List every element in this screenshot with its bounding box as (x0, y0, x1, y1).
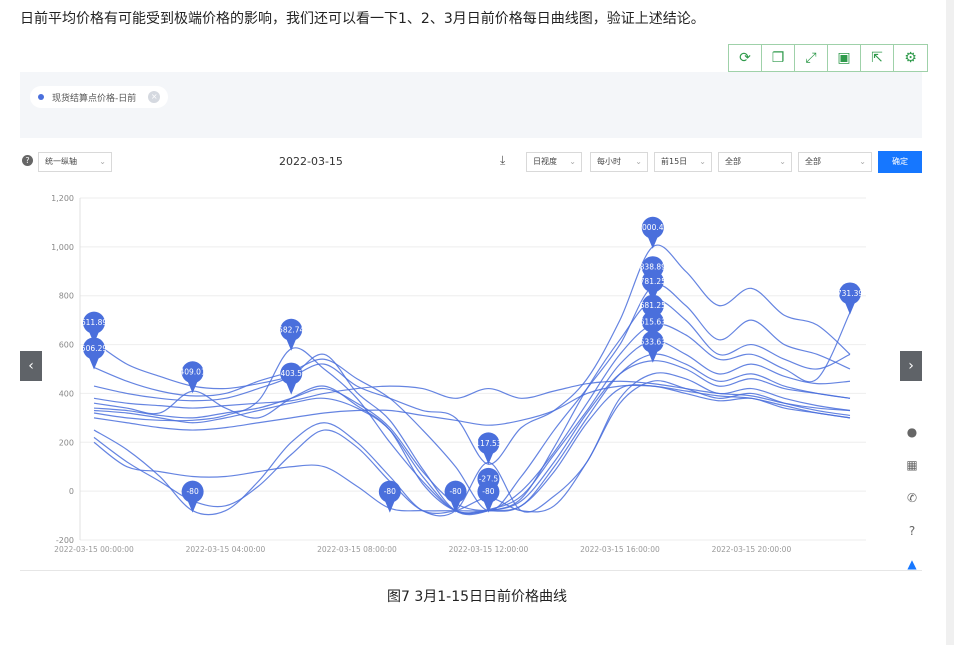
legend-item[interactable]: 现货结算点价格-日前 × (30, 86, 169, 108)
download-icon[interactable]: ⤓ (500, 153, 505, 168)
x-tick-label: 2022-03-15 08:00:00 (317, 545, 397, 554)
y-tick-label: 200 (59, 438, 74, 447)
chevron-down-icon: ⌄ (635, 157, 642, 166)
settings-icon[interactable]: ⚙ (894, 45, 927, 71)
data-marker[interactable]: 1000.46 (637, 216, 669, 249)
data-marker[interactable]: 403.5 (280, 362, 303, 395)
marker-label: 615.63 (640, 317, 666, 326)
x-tick-label: 2022-03-15 20:00:00 (712, 545, 792, 554)
granularity-select[interactable]: 日视度 ⌄ (526, 152, 582, 172)
marker-label: 731.39 (837, 289, 863, 298)
confirm-button[interactable]: 确定 (878, 151, 922, 173)
control-row: ? 统一纵轴 ⌄ 2022-03-15 ⤓ 日视度 ⌄ 每小时 ⌄ 前15日 ⌄… (20, 150, 922, 174)
y-tick-label: 800 (59, 292, 74, 301)
series-line[interactable] (93, 340, 851, 514)
side-toolbar: ● ▦ ✆ ? ▲ (902, 425, 922, 590)
chevron-down-icon: ⌄ (99, 157, 106, 166)
x-tick-label: 2022-03-15 00:00:00 (54, 545, 134, 554)
data-marker[interactable]: 731.39 (837, 282, 863, 315)
marker-label: 781.25 (640, 277, 666, 286)
x-tick-label: 2022-03-15 04:00:00 (186, 545, 266, 554)
marker-label: -80 (186, 487, 198, 496)
filter2-select[interactable]: 全部 ⌄ (798, 152, 872, 172)
next-arrow-button[interactable]: › (900, 351, 922, 381)
range-value: 前15日 (661, 157, 688, 166)
series-line[interactable] (93, 299, 851, 514)
marker-label: 506.29 (81, 344, 107, 353)
data-marker[interactable]: 582.74 (278, 318, 305, 351)
interval-select[interactable]: 每小时 ⌄ (590, 152, 648, 172)
copy-icon[interactable]: ❐ (762, 45, 795, 71)
data-marker[interactable]: -80 (181, 480, 204, 513)
marker-label: -80 (384, 487, 396, 496)
data-marker[interactable]: 409.01 (179, 361, 206, 394)
chevron-down-icon: ⌄ (779, 157, 786, 166)
y-tick-label: 1,200 (51, 194, 74, 203)
page-scrollbar[interactable] (946, 0, 954, 645)
marker-label: -80 (482, 487, 494, 496)
help-circle-icon[interactable]: ? (902, 524, 922, 557)
save-icon[interactable]: ▣ (828, 45, 861, 71)
chevron-down-icon: ⌄ (699, 157, 706, 166)
y-tick-label: 0 (69, 487, 74, 496)
marker-label: 403.5 (280, 369, 302, 378)
close-icon[interactable]: × (148, 91, 161, 103)
data-marker[interactable]: -80 (378, 480, 401, 513)
qrcode-icon[interactable]: ▦ (902, 458, 922, 491)
series-line[interactable] (93, 353, 851, 512)
fullscreen-icon[interactable]: ⤢ (795, 45, 828, 71)
filter1-select[interactable]: 全部 ⌄ (718, 152, 792, 172)
marker-label: 117.53 (475, 439, 501, 448)
y-tick-label: 1,000 (51, 243, 74, 252)
marker-label: 582.74 (278, 325, 304, 334)
granularity-value: 日视度 (533, 157, 557, 166)
axis-mode-value: 统一纵轴 (45, 157, 77, 166)
marker-label: 1000.46 (637, 223, 668, 232)
y-tick-label: -200 (56, 536, 74, 545)
data-marker[interactable]: 533.63 (640, 330, 666, 363)
data-marker[interactable]: 506.29 (81, 337, 107, 370)
marker-label: 611.89 (81, 318, 107, 327)
legend-panel: 现货结算点价格-日前 × (20, 72, 922, 138)
x-tick-label: 2022-03-15 12:00:00 (449, 545, 529, 554)
filter1-value: 全部 (725, 157, 741, 166)
help-icon[interactable]: ? (22, 155, 33, 166)
prev-arrow-button[interactable]: ‹ (20, 351, 42, 381)
chart-toolbar: ⟳ ❐ ⤢ ▣ ⇱ ⚙ (728, 44, 928, 72)
intro-paragraph: 日前平均价格有可能受到极端价格的影响，我们还可以看一下1、2、3月日前价格每日曲… (20, 11, 705, 27)
axis-mode-select[interactable]: 统一纵轴 ⌄ (38, 152, 112, 172)
chevron-down-icon: ⌄ (569, 157, 576, 166)
y-tick-label: 400 (59, 389, 74, 398)
wechat-icon[interactable]: ● (902, 425, 922, 458)
filter2-value: 全部 (805, 157, 821, 166)
line-chart: -200 0 200 400 600 800 1,000 1,200 2022-03-15 0… (51, 194, 866, 554)
share-icon[interactable]: ⇱ (861, 45, 894, 71)
legend-label: 现货结算点价格-日前 (52, 93, 137, 104)
y-tick-label: 600 (59, 341, 74, 350)
series-line[interactable] (93, 244, 851, 465)
marker-label: 681.25 (640, 301, 666, 310)
range-select[interactable]: 前15日 ⌄ (654, 152, 712, 172)
interval-value: 每小时 (597, 157, 621, 166)
x-tick-label: 2022-03-15 16:00:00 (580, 545, 660, 554)
marker-label: 533.63 (640, 337, 666, 346)
figure-caption: 图7 3月1-15日日前价格曲线 (386, 589, 568, 605)
date-label: 2022-03-15 (279, 155, 343, 168)
chevron-down-icon: ⌄ (859, 157, 866, 166)
marker-label: 409.01 (179, 368, 205, 377)
phone-icon[interactable]: ✆ (902, 491, 922, 524)
divider (20, 570, 922, 571)
legend-dot (38, 94, 44, 100)
marker-label: -80 (449, 487, 461, 496)
refresh-icon[interactable]: ⟳ (729, 45, 762, 71)
